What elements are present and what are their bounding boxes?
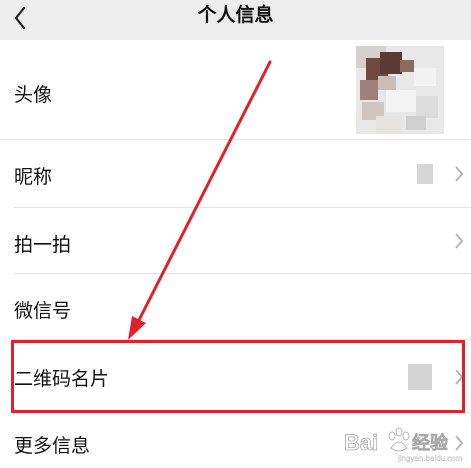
qr-code-thumbnail-blurred: [408, 364, 432, 390]
nickname-value-blurred: [417, 164, 433, 184]
svg-text:经验: 经验: [412, 432, 449, 454]
chevron-right-icon: [455, 369, 464, 385]
chevron-right-icon: [455, 166, 464, 182]
row-label: 昵称: [14, 166, 53, 188]
row-pat[interactable]: 拍一拍: [0, 208, 471, 274]
avatar[interactable]: [356, 46, 444, 134]
row-label: 微信号: [14, 300, 72, 322]
row-label: 更多信息: [14, 435, 91, 457]
baidu-logo: Bai 经验 jingyan.baidu.com: [344, 427, 463, 463]
page-title: 个人信息: [197, 4, 274, 26]
row-avatar[interactable]: 头像: [0, 40, 471, 140]
nav-bar: 个人信息: [0, 0, 471, 40]
svg-text:Bai: Bai: [344, 430, 378, 455]
row-wechat-id[interactable]: 微信号: [0, 274, 471, 340]
svg-text:jingyan.baidu.com: jingyan.baidu.com: [397, 454, 463, 463]
row-label: 拍一拍: [14, 234, 72, 256]
row-label: 头像: [14, 84, 53, 106]
row-label: 二维码名片: [14, 368, 110, 390]
chevron-right-icon: [455, 233, 464, 249]
row-nickname[interactable]: 昵称: [0, 140, 471, 208]
baidu-watermark: Bai 经验 jingyan.baidu.com: [342, 420, 468, 464]
avatar-image: [356, 46, 444, 134]
row-qr-card[interactable]: 二维码名片: [0, 340, 471, 413]
